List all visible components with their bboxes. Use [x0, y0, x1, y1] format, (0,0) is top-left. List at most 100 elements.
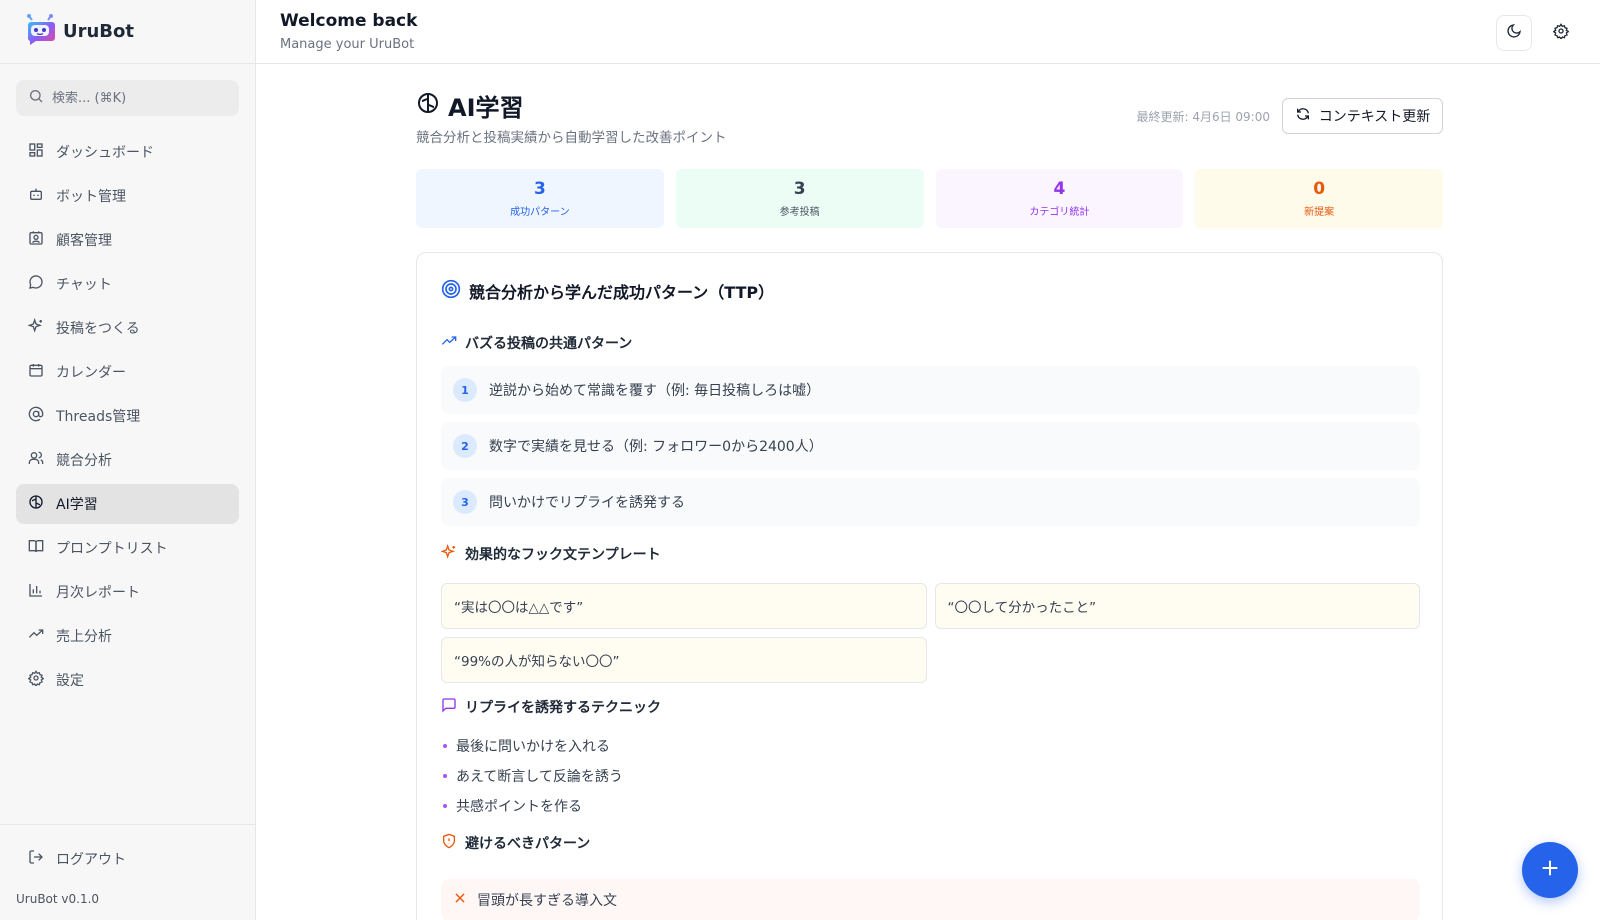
dashboard-icon	[28, 142, 44, 162]
page-title-text: AI学習	[448, 94, 524, 122]
patterns-heading: バズる投稿の共通パターン	[441, 333, 632, 353]
book-open-icon	[28, 538, 44, 558]
sidebar-item-chat[interactable]: チャット	[16, 264, 239, 304]
reply-heading: リプライを誘発するテクニック	[441, 697, 661, 717]
patterns-heading-text: バズる投稿の共通パターン	[465, 336, 633, 352]
reply-technique-text: 共感ポイントを作る	[456, 799, 582, 815]
hook-template[interactable]: “〇〇して分かったこと”	[934, 583, 1420, 629]
sidebar-item-label: ダッシュボード	[56, 145, 154, 161]
ttp-card: 競合分析から学んだ成功パターン（TTP） バズる投稿の共通パターン 1 逆説から…	[416, 252, 1443, 920]
pattern-text: 逆説から始めて常識を覆す（例: 毎日投稿しろは嘘）	[489, 383, 821, 399]
top-bar: Welcome back Manage your UruBot	[256, 0, 1600, 64]
pattern-number: 1	[453, 378, 477, 402]
sparkles-icon	[440, 543, 457, 564]
stat-label: 成功パターン	[510, 207, 570, 218]
stat-value: 4	[1053, 179, 1066, 199]
sidebar-item-calendar[interactable]: カレンダー	[16, 352, 239, 392]
bullet-dot	[443, 804, 447, 808]
refresh-label: コンテキスト更新	[1318, 109, 1431, 125]
sidebar-item-label: 月次レポート	[56, 585, 140, 601]
stats-row: 3 成功パターン 3 参考投稿 4 カテゴリ統計 0 新提案	[416, 169, 1443, 228]
avoid-heading-text: 避けるべきパターン	[465, 836, 591, 852]
sidebar-item-label: 競合分析	[56, 453, 112, 469]
sidebar-footer: ログアウト UruBot v0.1.0	[0, 824, 255, 920]
sidebar-nav: ダッシュボード ボット管理 顧客管理 チャット 投稿をつくる カレンダー Thr…	[16, 132, 239, 704]
urubot-logo-icon	[24, 13, 56, 50]
sidebar-item-competitors[interactable]: 競合分析	[16, 440, 239, 480]
sidebar-item-dashboard[interactable]: ダッシュボード	[16, 132, 239, 172]
gear-icon	[27, 670, 45, 690]
sidebar-item-ai-learning[interactable]: AI学習	[16, 484, 239, 524]
refresh-context-button[interactable]: コンテキスト更新	[1282, 98, 1443, 134]
hooks-heading: 効果的なフック文テンプレート	[440, 543, 661, 564]
sidebar-item-label: Threads管理	[56, 409, 141, 425]
moon-icon	[1506, 23, 1522, 43]
list-item: 3 問いかけでリプライを誘発する	[441, 478, 1420, 526]
x-icon	[453, 891, 467, 909]
pattern-number: 2	[453, 434, 477, 458]
refresh-icon	[1295, 106, 1311, 126]
sidebar-item-label: プロンプトリスト	[56, 541, 168, 557]
target-icon	[441, 279, 461, 303]
stat-value: 3	[533, 179, 546, 199]
stat-new-suggestions: 0 新提案	[1195, 169, 1443, 228]
search-input[interactable]	[52, 90, 222, 106]
sidebar-item-bots[interactable]: ボット管理	[16, 176, 239, 216]
search-icon	[28, 88, 44, 108]
users-icon	[28, 450, 44, 470]
sidebar-item-settings[interactable]: 設定	[16, 660, 239, 700]
sidebar-item-prompts[interactable]: プロンプトリスト	[16, 528, 239, 568]
list-item: 共感ポイントを作る	[441, 791, 1420, 821]
app-version: UruBot v0.1.0	[16, 892, 100, 906]
shield-alert-icon	[441, 833, 457, 853]
last-updated: 最終更新: 4月6日 09:00	[1136, 110, 1270, 124]
hook-template[interactable]: “99%の人が知らない〇〇”	[441, 637, 927, 683]
hooks-heading-text: 効果的なフック文テンプレート	[465, 547, 661, 563]
theme-toggle-button[interactable]	[1496, 15, 1532, 51]
stat-success-patterns: 3 成功パターン	[416, 169, 664, 228]
pattern-text: 問いかけでリプライを誘発する	[489, 495, 685, 511]
sidebar-item-threads[interactable]: Threads管理	[16, 396, 239, 436]
header-settings-button[interactable]	[1543, 15, 1579, 51]
stat-reference-posts: 3 参考投稿	[675, 169, 924, 228]
brain-icon	[416, 91, 440, 121]
sidebar-item-sales[interactable]: 売上分析	[16, 616, 239, 656]
app-name: UruBot	[63, 21, 134, 42]
logout-label: ログアウト	[56, 852, 126, 868]
sidebar-item-create-post[interactable]: 投稿をつくる	[16, 308, 239, 348]
brain-icon	[28, 494, 44, 514]
sidebar-item-label: 顧客管理	[56, 233, 112, 249]
page-subtitle: 競合分析と投稿実績から自動学習した改善ポイント	[416, 130, 727, 146]
page-header: AI学習 競合分析と投稿実績から自動学習した改善ポイント 最終更新: 4月6日 …	[416, 84, 1443, 146]
add-floating-button[interactable]	[1522, 842, 1578, 898]
sidebar-item-label: AI学習	[56, 497, 98, 513]
avoid-text: 冒頭が長すぎる導入文	[477, 893, 617, 909]
message-square-icon	[441, 697, 457, 717]
page-title: AI学習	[416, 88, 524, 123]
plus-icon	[1539, 857, 1561, 883]
stat-value: 3	[793, 179, 806, 199]
logout-button[interactable]: ログアウト	[16, 839, 239, 879]
avoid-item: 冒頭が長すぎる導入文	[441, 879, 1420, 920]
reply-technique-text: 最後に問いかけを入れる	[456, 739, 610, 755]
sidebar-item-label: 設定	[56, 673, 84, 689]
stat-value: 0	[1313, 179, 1326, 199]
hook-template[interactable]: “実は〇〇は△△です”	[441, 583, 927, 629]
reply-heading-text: リプライを誘発するテクニック	[465, 700, 661, 716]
list-item: 2 数字で実績を見せる（例: フォロワー0から2400人）	[441, 422, 1420, 470]
brand[interactable]: UruBot	[0, 0, 255, 64]
list-item: あえて断言して反論を誘う	[441, 761, 1420, 791]
chat-bubble-icon	[28, 274, 44, 294]
sidebar-item-monthly-report[interactable]: 月次レポート	[16, 572, 239, 612]
sidebar-item-label: 投稿をつくる	[56, 321, 140, 337]
gear-icon	[1552, 23, 1570, 43]
welcome-subtitle: Manage your UruBot	[280, 37, 415, 52]
sidebar-item-customers[interactable]: 顧客管理	[16, 220, 239, 260]
sparkles-icon	[27, 317, 44, 338]
stat-label: 参考投稿	[779, 207, 820, 218]
stat-label: 新提案	[1304, 207, 1335, 218]
bullet-dot	[443, 744, 447, 748]
search-box[interactable]	[16, 80, 239, 116]
avoid-heading: 避けるべきパターン	[441, 833, 590, 853]
card-title-text: 競合分析から学んだ成功パターン（TTP）	[469, 283, 775, 302]
